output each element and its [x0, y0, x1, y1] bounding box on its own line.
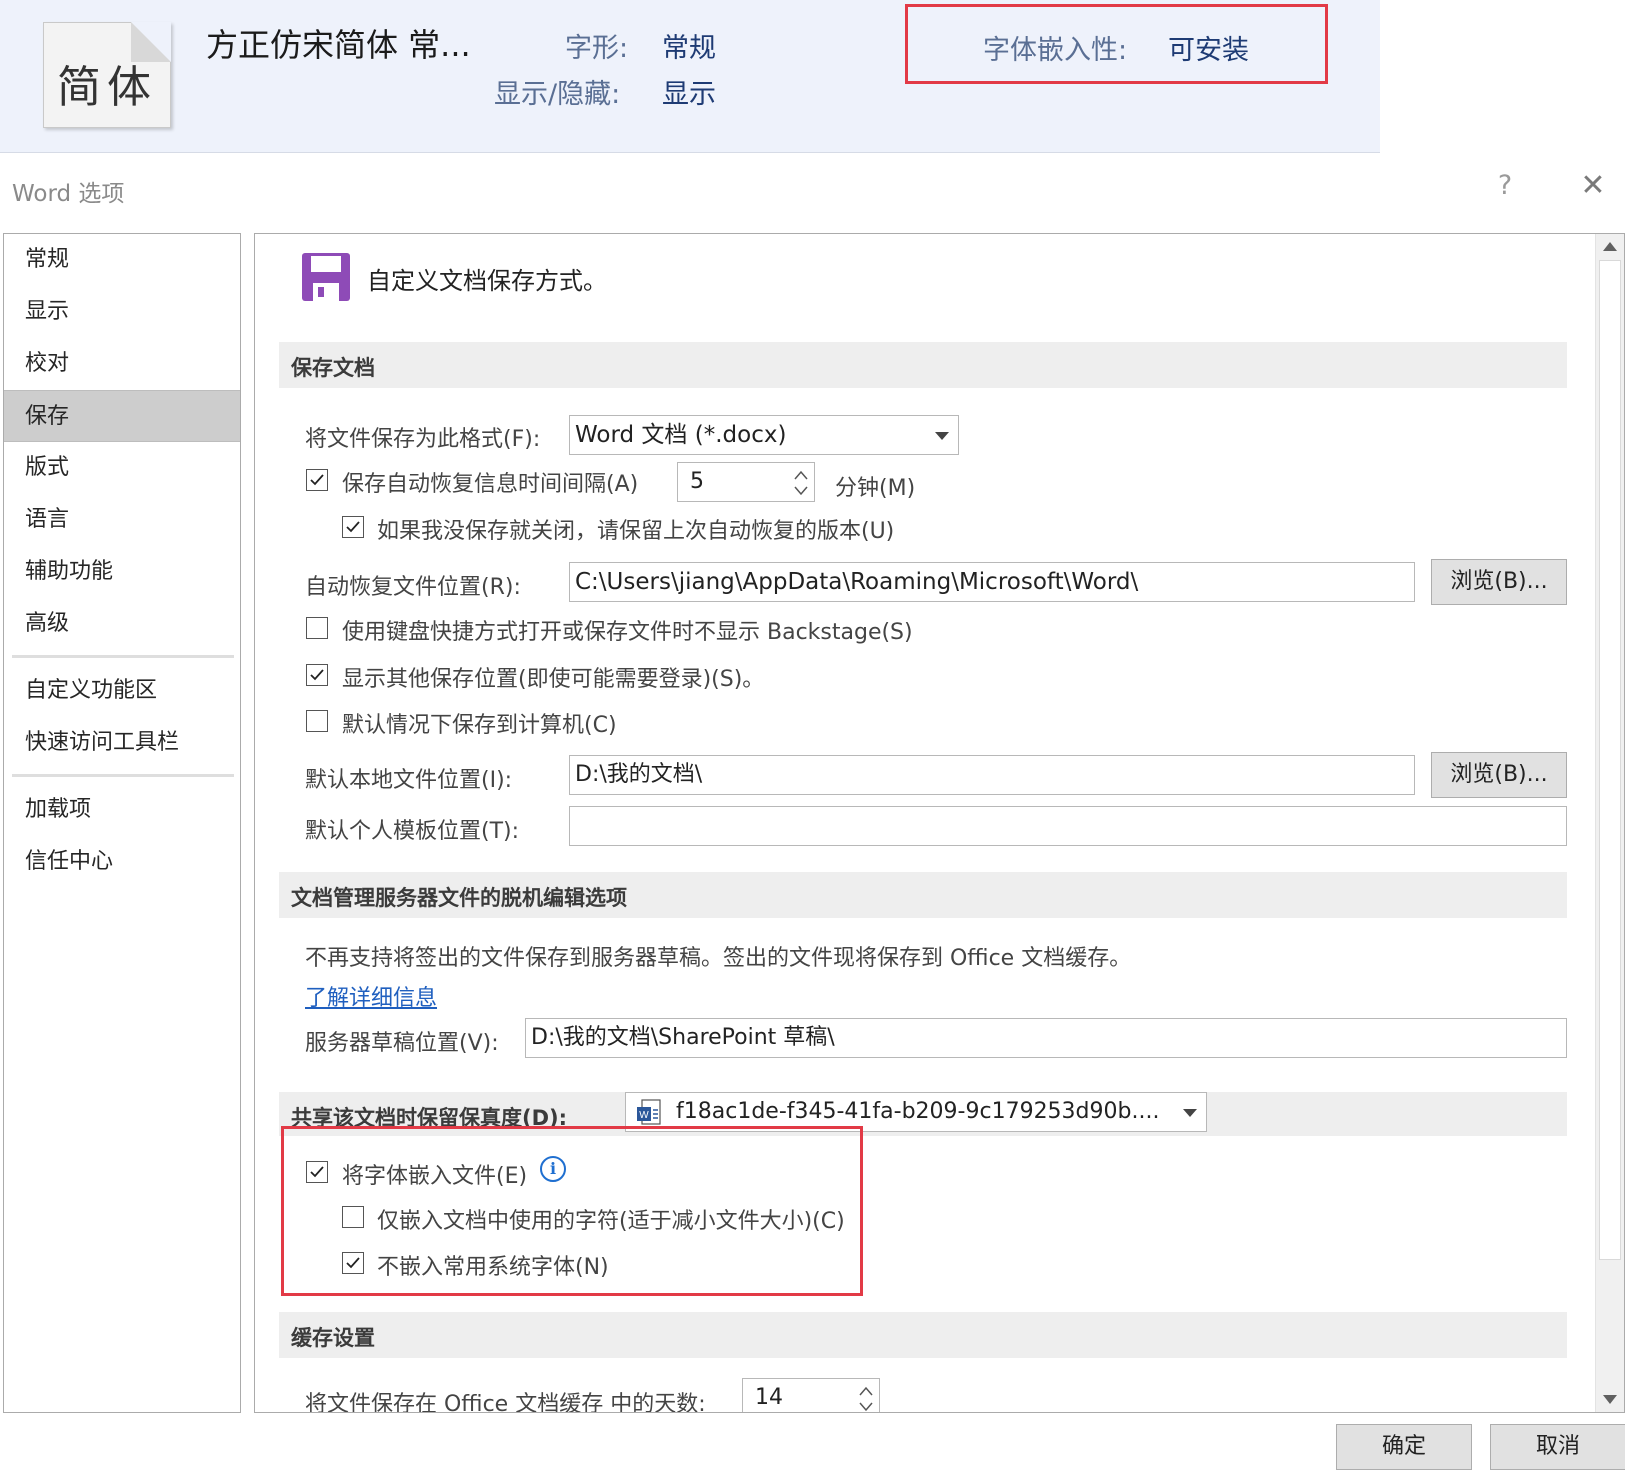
nav-item-language[interactable]: 语言 — [4, 494, 240, 546]
save-format-value: Word 文档 (*.docx) — [575, 422, 787, 448]
cancel-button[interactable]: 取消 — [1490, 1424, 1625, 1470]
template-location-label: 默认个人模板位置(T): — [305, 819, 520, 844]
autorecover-location-input[interactable]: C:\Users\jiang\AppData\Roaming\Microsoft… — [569, 562, 1415, 602]
floppy-disk-icon — [302, 253, 350, 301]
section-title: 保存文档 — [291, 356, 375, 380]
word-document-icon: W — [637, 1099, 661, 1125]
browse-autorecover-button[interactable]: 浏览(B)... — [1431, 559, 1567, 605]
options-nav: 常规 显示 校对 保存 版式 语言 辅助功能 高级 自定义功能区 快速访问工具栏… — [3, 233, 241, 1413]
nav-item-layout[interactable]: 版式 — [4, 442, 240, 494]
nav-divider — [12, 774, 234, 777]
autorecover-checkbox[interactable] — [306, 469, 328, 491]
show-additional-places-checkbox[interactable] — [306, 664, 328, 686]
font-preview-text: 简体 — [57, 62, 157, 113]
checkmark-icon — [310, 1166, 324, 1178]
embed-used-chars-checkbox[interactable] — [342, 1206, 364, 1228]
nav-divider — [12, 655, 234, 658]
learn-more-link[interactable]: 了解详细信息 — [305, 980, 437, 1012]
nav-item-accessibility[interactable]: 辅助功能 — [4, 546, 240, 598]
dialog-title: Word 选项 — [12, 181, 125, 207]
fidelity-document-value: f18ac1de-f345-41fa-b209-9c179253d90b.... — [676, 1099, 1160, 1124]
svg-text:W: W — [639, 1110, 649, 1121]
font-style-label: 字形: — [565, 33, 629, 64]
info-icon[interactable]: i — [540, 1156, 566, 1182]
help-button[interactable]: ? — [1490, 170, 1520, 201]
local-location-label: 默认本地文件位置(I): — [305, 768, 513, 793]
save-to-computer-checkbox[interactable] — [306, 710, 328, 732]
section-title: 文档管理服务器文件的脱机编辑选项 — [291, 886, 627, 910]
keep-last-autosave-label: 如果我没保存就关闭，请保留上次自动恢复的版本(U) — [377, 519, 895, 544]
autorecover-location-label: 自动恢复文件位置(R): — [305, 575, 521, 600]
chevron-down-icon — [1183, 1109, 1197, 1117]
embed-highlight-box: 字体嵌入性: 可安装 — [905, 4, 1328, 84]
scroll-up-icon[interactable] — [1602, 240, 1618, 252]
no-backstage-label: 使用键盘快捷方式打开或保存文件时不显示 Backstage(S) — [342, 620, 913, 645]
nav-item-general[interactable]: 常规 — [4, 234, 240, 286]
nav-item-advanced[interactable]: 高级 — [4, 598, 240, 650]
nav-item-trust-center[interactable]: 信任中心 — [4, 836, 240, 888]
save-options-pane: 自定义文档保存方式。 保存文档 将文件保存为此格式(F): Word 文档 (*… — [254, 233, 1625, 1413]
spin-arrows-icon[interactable] — [857, 1381, 875, 1413]
no-common-fonts-label: 不嵌入常用系统字体(N) — [377, 1255, 609, 1280]
nav-item-proofing[interactable]: 校对 — [4, 338, 240, 390]
scrollbar-thumb[interactable] — [1599, 260, 1621, 1260]
font-embed-value: 可安装 — [1168, 35, 1249, 66]
server-drafts-label: 服务器草稿位置(V): — [305, 1031, 499, 1056]
spin-arrows-icon[interactable] — [792, 465, 810, 501]
no-backstage-checkbox[interactable] — [306, 617, 328, 639]
no-common-fonts-checkbox[interactable] — [342, 1252, 364, 1274]
browse-local-button[interactable]: 浏览(B)... — [1431, 752, 1567, 798]
autorecover-label: 保存自动恢复信息时间间隔(A) — [342, 472, 639, 497]
embed-used-chars-label: 仅嵌入文档中使用的字符(适于减小文件大小)(C) — [377, 1209, 845, 1234]
checkmark-icon — [346, 521, 360, 533]
keep-last-autosave-checkbox[interactable] — [342, 516, 364, 538]
nav-item-quick-access-toolbar[interactable]: 快速访问工具栏 — [4, 717, 240, 769]
checkmark-icon — [310, 474, 324, 486]
chevron-down-icon — [935, 432, 949, 440]
save-format-select[interactable]: Word 文档 (*.docx) — [569, 415, 959, 455]
save-to-computer-label: 默认情况下保存到计算机(C) — [342, 713, 617, 738]
template-location-input[interactable] — [569, 806, 1567, 846]
nav-item-customize-ribbon[interactable]: 自定义功能区 — [4, 665, 240, 717]
font-embed-label: 字体嵌入性: — [983, 35, 1128, 66]
offline-notice: 不再支持将签出的文件保存到服务器草稿。签出的文件现将保存到 Office 文档缓… — [305, 946, 1132, 971]
font-visibility-label: 显示/隐藏: — [494, 79, 621, 110]
page-heading: 自定义文档保存方式。 — [367, 267, 607, 295]
nav-item-add-ins[interactable]: 加载项 — [4, 784, 240, 836]
minutes-label: 分钟(M) — [835, 476, 916, 501]
autorecover-minutes-stepper[interactable]: 5 — [677, 462, 815, 502]
section-header-save-documents: 保存文档 — [279, 342, 1567, 388]
cache-days-label: 将文件保存在 Office 文档缓存 中的天数: — [305, 1392, 706, 1413]
ok-button[interactable]: 确定 — [1336, 1424, 1472, 1470]
vertical-scrollbar[interactable] — [1595, 234, 1624, 1412]
section-header-offline-editing: 文档管理服务器文件的脱机编辑选项 — [279, 872, 1567, 918]
embed-fonts-label: 将字体嵌入文件(E) — [342, 1164, 528, 1189]
font-style-value: 常规 — [662, 33, 716, 64]
save-format-label: 将文件保存为此格式(F): — [305, 427, 541, 452]
font-preview-icon: 简体 — [43, 22, 171, 128]
nav-item-save[interactable]: 保存 — [4, 390, 240, 442]
section-header-cache: 缓存设置 — [279, 1312, 1567, 1358]
font-info-bar: 简体 方正仿宋简体 常... 字形: 常规 显示/隐藏: 显示 字体嵌入性: 可… — [0, 0, 1380, 153]
autorecover-minutes-value: 5 — [690, 469, 704, 494]
nav-item-display[interactable]: 显示 — [4, 286, 240, 338]
cache-days-value: 14 — [755, 1385, 783, 1410]
scroll-down-icon[interactable] — [1602, 1394, 1618, 1406]
local-location-input[interactable]: D:\我的文档\ — [569, 755, 1415, 795]
close-button[interactable]: ✕ — [1578, 168, 1608, 203]
cache-days-stepper[interactable]: 14 — [742, 1378, 880, 1413]
show-additional-places-label: 显示其他保存位置(即使可能需要登录)(S)。 — [342, 667, 765, 692]
font-name: 方正仿宋简体 常... — [206, 26, 471, 64]
checkmark-icon — [310, 669, 324, 681]
checkmark-icon — [346, 1257, 360, 1269]
embed-fonts-checkbox[interactable] — [306, 1161, 328, 1183]
server-drafts-input[interactable]: D:\我的文档\SharePoint 草稿\ — [525, 1018, 1567, 1058]
section-title: 缓存设置 — [291, 1326, 375, 1350]
font-visibility-value: 显示 — [662, 79, 716, 110]
